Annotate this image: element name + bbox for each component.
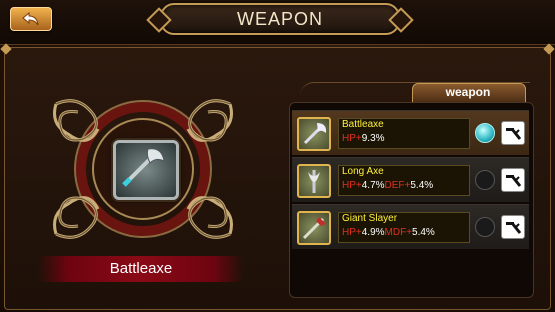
giant-slayer-thumb-icon bbox=[297, 211, 331, 245]
back-button[interactable] bbox=[10, 7, 52, 31]
battleaxe-thumb-icon bbox=[297, 117, 331, 151]
hammer-icon bbox=[506, 175, 522, 187]
hammer-icon bbox=[506, 128, 522, 140]
selected-weapon-icon bbox=[113, 140, 179, 200]
battleaxe-icon bbox=[122, 148, 165, 187]
weapon-name: Giant Slayer bbox=[342, 213, 398, 224]
equip-radio[interactable] bbox=[475, 170, 495, 190]
title-plate: WEAPON bbox=[160, 3, 400, 35]
weapon-row-giant-slayer[interactable]: Giant Slayer HP+4.9%MDF+5.4% bbox=[292, 204, 529, 249]
stat-value: 5.4% bbox=[410, 180, 434, 191]
weapon-row-battleaxe[interactable]: Battleaxe HP+9.3% bbox=[292, 110, 529, 155]
stat-label: HP+ bbox=[342, 180, 362, 191]
long-axe-thumb-icon bbox=[297, 164, 331, 198]
stat-value: 5.4% bbox=[412, 227, 435, 238]
stat-label: HP+ bbox=[342, 227, 362, 238]
selected-weapon-name: Battleaxe bbox=[109, 260, 173, 277]
weapon-row-long-axe[interactable]: Long Axe HP+4.7%DEF+5.4% bbox=[292, 157, 529, 202]
page-title: WEAPON bbox=[236, 9, 323, 29]
back-arrow-icon bbox=[22, 11, 39, 26]
stat-value: 4.7% bbox=[361, 180, 385, 191]
hammer-icon bbox=[506, 222, 522, 234]
upgrade-button[interactable] bbox=[501, 168, 525, 192]
equip-radio[interactable] bbox=[475, 217, 495, 237]
tab-weapon-label: weapon bbox=[445, 85, 491, 99]
weapon-name: Battleaxe bbox=[342, 119, 384, 130]
weapon-stats: HP+4.9%MDF+5.4% bbox=[342, 227, 435, 238]
weapon-stats: HP+9.3% bbox=[342, 133, 385, 144]
stat-label: MDF+ bbox=[384, 227, 413, 238]
weapon-name: Long Axe bbox=[342, 166, 384, 177]
upgrade-button[interactable] bbox=[501, 121, 525, 145]
stat-label: DEF+ bbox=[384, 180, 411, 191]
stat-label: HP+ bbox=[342, 133, 362, 144]
stat-value: 9.3% bbox=[361, 133, 385, 144]
equipped-indicator[interactable] bbox=[475, 123, 495, 143]
upgrade-button[interactable] bbox=[501, 215, 525, 239]
stat-value: 4.9% bbox=[361, 227, 385, 238]
weapon-stats: HP+4.7%DEF+5.4% bbox=[342, 180, 433, 191]
